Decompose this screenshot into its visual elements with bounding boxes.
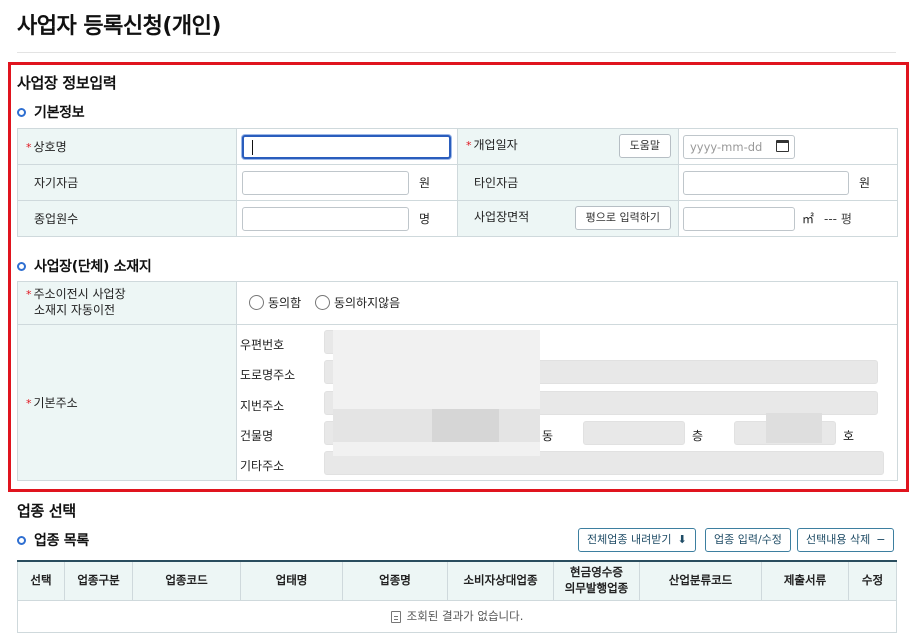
area-unit: ㎡ bbox=[802, 212, 815, 226]
lot-address-label: 지번주소 bbox=[240, 399, 285, 413]
postal-code-label: 우편번호 bbox=[240, 338, 285, 352]
redacted-area bbox=[432, 409, 499, 442]
address-label: * 기본주소 bbox=[17, 324, 237, 481]
industry-heading: 업종 선택 bbox=[17, 502, 76, 520]
col-documents: 제출서류 bbox=[761, 560, 849, 601]
col-cash-receipt: 현금영수증 의무발행업종 bbox=[553, 560, 640, 601]
dong-field bbox=[583, 421, 685, 445]
ho-unit: 호 bbox=[843, 429, 855, 443]
employees-unit: 명 bbox=[419, 212, 431, 226]
opening-date-label: * 개업일자 도움말 bbox=[457, 128, 679, 165]
trade-name-input[interactable] bbox=[242, 134, 451, 159]
area-input[interactable] bbox=[683, 206, 795, 231]
road-address-label: 도로명주소 bbox=[240, 368, 296, 382]
currency-unit: 원 bbox=[419, 176, 431, 190]
currency-unit: 원 bbox=[859, 176, 871, 190]
business-info-heading: 사업장 정보입력 bbox=[17, 74, 117, 92]
employees-label: 종업원수 bbox=[17, 200, 237, 237]
bullet-icon bbox=[17, 535, 26, 545]
other-capital-label: 타인자금 bbox=[457, 164, 679, 201]
trade-name-label: * 상호명 bbox=[17, 128, 237, 165]
col-industrial-class: 산업분류코드 bbox=[639, 560, 762, 601]
pyeong-input-button[interactable]: 평으로 입력하기 bbox=[574, 205, 671, 230]
industry-edit-button[interactable]: 업종 입력/수정 bbox=[705, 528, 791, 552]
location-heading: 사업장(단체) 소재지 bbox=[17, 256, 152, 276]
col-select: 선택 bbox=[17, 560, 65, 601]
disagree-radio[interactable]: 동의하지않음 bbox=[314, 294, 400, 311]
other-capital-input[interactable] bbox=[683, 170, 849, 195]
minus-icon: − bbox=[876, 533, 886, 546]
col-industry-code: 업종코드 bbox=[132, 560, 241, 601]
download-all-button[interactable]: 전체업종 내려받기 ⬇ bbox=[578, 528, 696, 552]
calendar-icon[interactable] bbox=[776, 139, 789, 152]
industry-table: 선택 업종구분 업종코드 업태명 업종명 소비자상대업종 현금영수증 의무발행업… bbox=[17, 560, 897, 633]
col-industry-type: 업종구분 bbox=[64, 560, 133, 601]
col-edit: 수정 bbox=[848, 560, 897, 601]
basic-info-table: * 상호명 * 개업일자 도움말 yyyy-mm-dd 자기자금 원 타인자금 원 … bbox=[17, 128, 898, 237]
page-title: 사업자 등록신청(개인) bbox=[17, 14, 221, 39]
bullet-icon bbox=[17, 261, 26, 271]
help-button[interactable]: 도움말 bbox=[618, 133, 671, 158]
basic-info-heading: 기본정보 bbox=[17, 102, 85, 122]
auto-move-label: * 주소이전시 사업장 소재지 자동이전 bbox=[17, 281, 237, 325]
download-icon: ⬇ bbox=[677, 533, 687, 546]
pyeong-readout: --- 평 bbox=[824, 212, 852, 226]
opening-date-input[interactable]: yyyy-mm-dd bbox=[683, 134, 795, 159]
own-capital-input[interactable] bbox=[242, 170, 409, 195]
area-label: 사업장면적 평으로 입력하기 bbox=[457, 200, 679, 237]
bullet-icon bbox=[17, 107, 26, 117]
own-capital-label: 자기자금 bbox=[17, 164, 237, 201]
agree-radio[interactable]: 동의함 bbox=[249, 294, 301, 311]
title-divider bbox=[17, 52, 896, 53]
other-address-label: 기타주소 bbox=[240, 459, 285, 473]
document-icon bbox=[390, 610, 401, 623]
empty-row: 조회된 결과가 없습니다. bbox=[17, 599, 897, 633]
employees-input[interactable] bbox=[242, 206, 409, 231]
col-business-type: 업태명 bbox=[240, 560, 343, 601]
col-consumer-facing: 소비자상대업종 bbox=[447, 560, 554, 601]
redacted-area bbox=[766, 413, 822, 443]
building-name-label: 건물명 bbox=[240, 429, 274, 443]
col-industry-name: 업종명 bbox=[342, 560, 448, 601]
floor-unit: 층 bbox=[692, 429, 704, 443]
delete-selected-button[interactable]: 선택내용 삭제 − bbox=[797, 528, 895, 552]
dong-unit: 동 bbox=[542, 429, 554, 443]
industry-list-heading: 업종 목록 bbox=[17, 530, 89, 550]
